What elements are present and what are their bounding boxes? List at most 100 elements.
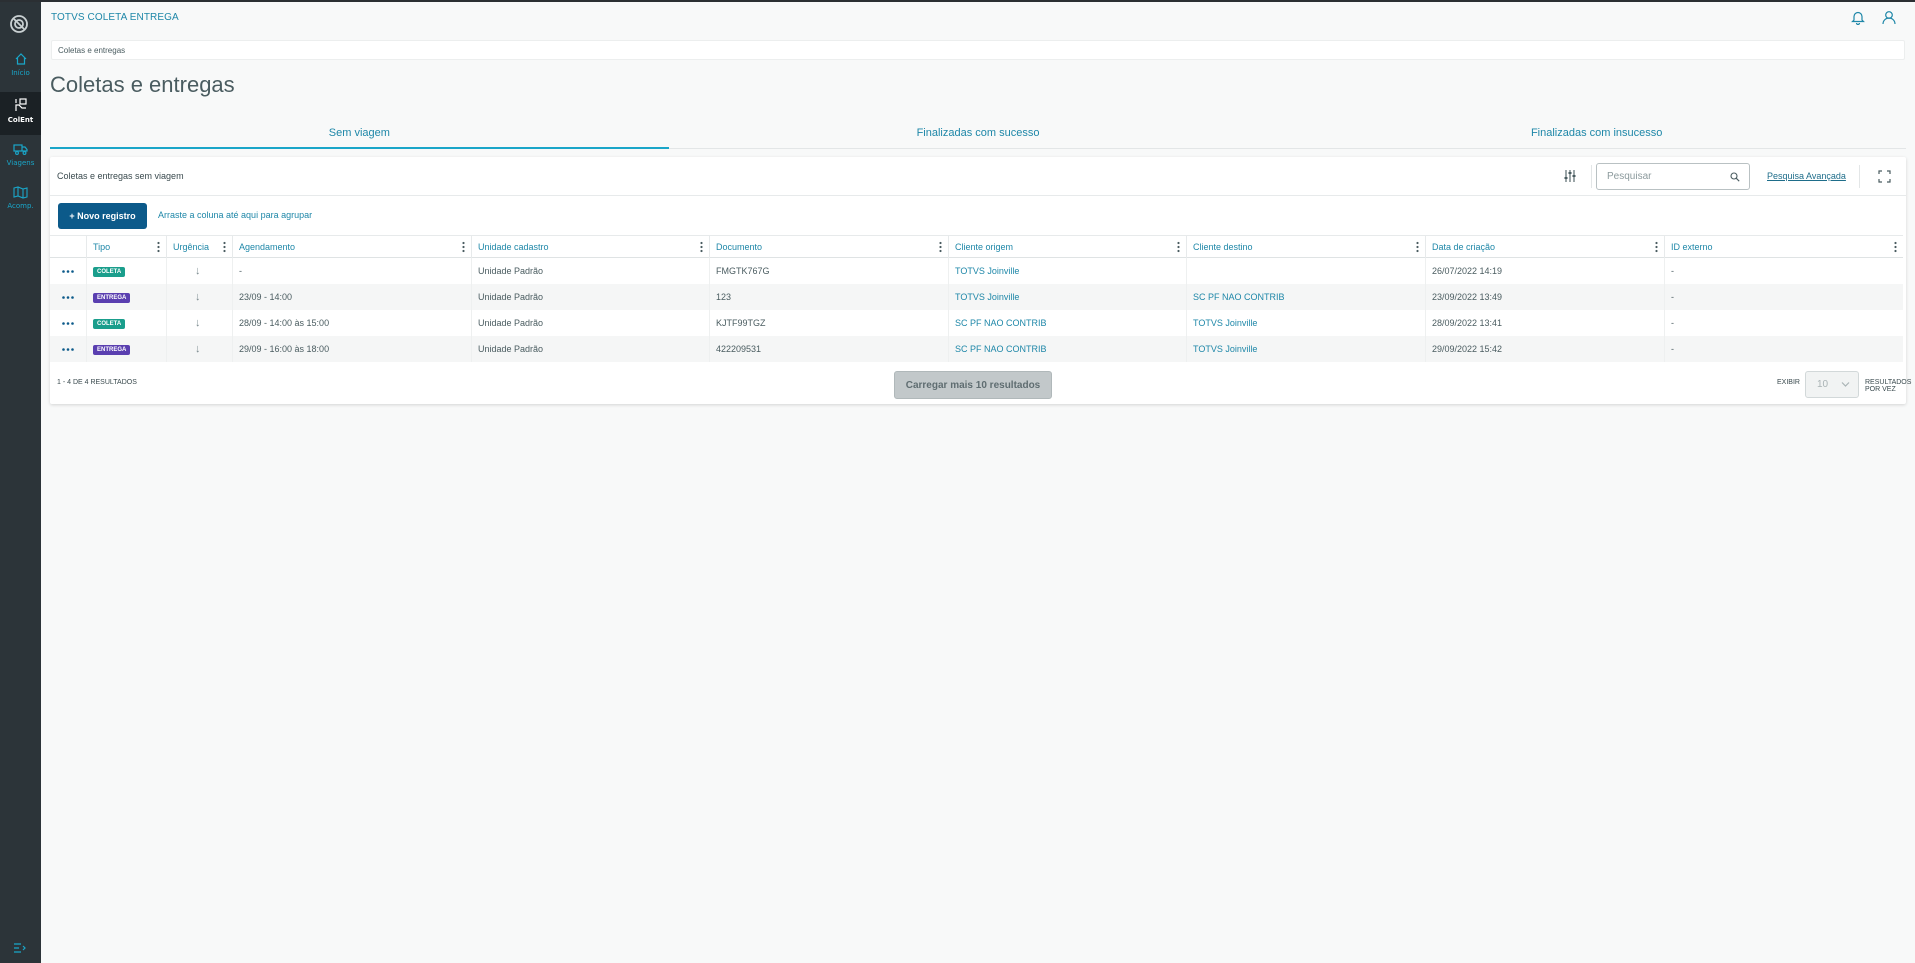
sliders-icon[interactable] xyxy=(1563,169,1577,183)
column-header-documento[interactable]: Documento xyxy=(709,236,948,258)
column-header-label: Cliente origem xyxy=(955,242,1014,252)
column-header-cliente-origem[interactable]: Cliente origem xyxy=(948,236,1186,258)
column-header-label: Unidade cadastro xyxy=(478,242,549,252)
table-card-header: Coletas e entregas sem viagem Pesquisa A… xyxy=(50,157,1906,196)
row-actions-cell xyxy=(50,310,86,336)
column-menu-icon[interactable] xyxy=(1177,241,1180,253)
search-input[interactable] xyxy=(1597,164,1717,189)
result-count: 1 - 4 DE 4 RESULTADOS xyxy=(57,379,137,386)
cell-unidade: Unidade Padrão xyxy=(471,284,709,310)
cell-unidade: Unidade Padrão xyxy=(471,336,709,362)
cell-cliente-destino[interactable]: TOTVS Joinville xyxy=(1186,336,1425,362)
more-options-icon[interactable] xyxy=(62,348,74,351)
column-menu-icon[interactable] xyxy=(939,241,942,253)
column-menu-icon[interactable] xyxy=(1894,241,1897,253)
cell-cliente-destino[interactable] xyxy=(1186,258,1425,284)
cell-cliente-origem[interactable]: TOTVS Joinville xyxy=(948,284,1186,310)
type-badge: ENTREGA xyxy=(93,345,131,355)
column-header-agendamento[interactable]: Agendamento xyxy=(232,236,471,258)
sidebar-item-colent[interactable]: ColEnt xyxy=(0,92,41,135)
cell-id-externo: - xyxy=(1664,284,1903,310)
column-menu-icon[interactable] xyxy=(1416,241,1419,253)
column-header-tipo[interactable]: Tipo xyxy=(86,236,166,258)
type-badge: COLETA xyxy=(93,267,126,277)
column-header-urgencia[interactable]: Urgência xyxy=(166,236,232,258)
cell-tipo: ENTREGA xyxy=(86,284,166,310)
sidebar-item-acomp[interactable]: Acomp. xyxy=(0,186,41,228)
cell-tipo: COLETA xyxy=(86,258,166,284)
cell-unidade: Unidade Padrão xyxy=(471,310,709,336)
totvs-logo-icon[interactable] xyxy=(10,15,28,33)
cell-documento: FMGTK767G xyxy=(709,258,948,284)
urgency-arrow-icon: ↓ xyxy=(195,291,201,303)
column-header-label: Urgência xyxy=(173,242,210,252)
cell-documento: KJTF99TGZ xyxy=(709,310,948,336)
truck-icon xyxy=(13,144,28,155)
urgency-arrow-icon: ↓ xyxy=(195,265,201,277)
tab-sem-viagem[interactable]: Sem viagem xyxy=(50,122,669,149)
bell-icon[interactable] xyxy=(1851,10,1865,25)
column-header-data-criacao[interactable]: Data de criação xyxy=(1425,236,1664,258)
load-more-button[interactable]: Carregar mais 10 resultados xyxy=(894,371,1052,399)
sidebar-item-inicio[interactable]: Início xyxy=(0,52,41,94)
column-menu-icon[interactable] xyxy=(700,241,703,253)
row-actions-cell xyxy=(50,284,86,310)
type-badge: COLETA xyxy=(93,319,126,329)
cell-agendamento: 23/09 - 14:00 xyxy=(232,284,471,310)
cell-agendamento: - xyxy=(232,258,471,284)
breadcrumb-item[interactable]: Coletas e entregas xyxy=(58,46,125,55)
cell-cliente-destino[interactable]: TOTVS Joinville xyxy=(1186,310,1425,336)
sidebar-item-viagens[interactable]: Viagens xyxy=(0,142,41,184)
header-divider xyxy=(1859,165,1860,188)
actions-column-header xyxy=(50,236,86,258)
header-divider xyxy=(1591,165,1592,188)
sidebar-item-label: Viagens xyxy=(6,159,35,167)
cell-data-criacao: 23/09/2022 13:49 xyxy=(1425,284,1664,310)
new-record-button[interactable]: + Novo registro xyxy=(58,203,147,229)
more-options-icon[interactable] xyxy=(62,296,74,299)
page-size-select[interactable]: 10 xyxy=(1805,371,1859,398)
row-actions-cell xyxy=(50,336,86,362)
breadcrumb: Coletas e entregas xyxy=(51,40,1905,60)
cell-urgencia: ↓ xyxy=(166,258,232,284)
more-options-icon[interactable] xyxy=(62,270,74,273)
cell-cliente-destino[interactable]: SC PF NAO CONTRIB xyxy=(1186,284,1425,310)
user-icon[interactable] xyxy=(1882,10,1896,25)
table-row[interactable]: ENTREGA ↓ 23/09 - 14:00 Unidade Padrão 1… xyxy=(50,284,1903,310)
column-header-cliente-destino[interactable]: Cliente destino xyxy=(1186,236,1425,258)
tab-finalizadas-insucesso[interactable]: Finalizadas com insucesso xyxy=(1287,122,1906,148)
cell-cliente-origem[interactable]: TOTVS Joinville xyxy=(948,258,1186,284)
column-menu-icon[interactable] xyxy=(1655,241,1658,253)
column-menu-icon[interactable] xyxy=(157,241,160,253)
group-drop-zone[interactable]: Arraste a coluna até aqui para agrupar xyxy=(158,210,312,220)
cell-cliente-origem[interactable]: SC PF NAO CONTRIB xyxy=(948,310,1186,336)
column-menu-icon[interactable] xyxy=(462,241,465,253)
cell-cliente-origem[interactable]: SC PF NAO CONTRIB xyxy=(948,336,1186,362)
column-header-id-externo[interactable]: ID externo xyxy=(1664,236,1903,258)
table-card: Coletas e entregas sem viagem Pesquisa A… xyxy=(50,157,1911,404)
chevron-down-icon xyxy=(1841,382,1850,387)
cell-documento: 422209531 xyxy=(709,336,948,362)
more-options-icon[interactable] xyxy=(62,322,74,325)
cell-tipo: ENTREGA xyxy=(86,336,166,362)
search-field[interactable] xyxy=(1596,163,1750,190)
cell-agendamento: 28/09 - 14:00 às 15:00 xyxy=(232,310,471,336)
per-page-label: RESULTADOS POR VEZ xyxy=(1865,379,1912,393)
cell-urgencia: ↓ xyxy=(166,310,232,336)
fullscreen-icon[interactable] xyxy=(1878,170,1891,183)
sidebar-item-label: ColEnt xyxy=(7,116,34,124)
map-icon xyxy=(13,186,28,199)
menu-collapse-icon[interactable] xyxy=(13,941,27,955)
table-row[interactable]: COLETA ↓ 28/09 - 14:00 às 15:00 Unidade … xyxy=(50,310,1903,336)
column-menu-icon[interactable] xyxy=(223,241,226,253)
search-icon[interactable] xyxy=(1730,172,1740,182)
app-title[interactable]: TOTVS COLETA ENTREGA xyxy=(51,12,179,23)
advanced-search-link[interactable]: Pesquisa Avançada xyxy=(1767,171,1846,181)
tab-finalizadas-sucesso[interactable]: Finalizadas com sucesso xyxy=(669,122,1288,148)
column-header-label: ID externo xyxy=(1671,242,1713,252)
sidebar-item-label: Início xyxy=(11,69,30,77)
table-row[interactable]: COLETA ↓ - Unidade Padrão FMGTK767G TOTV… xyxy=(50,258,1903,284)
table-row[interactable]: ENTREGA ↓ 29/09 - 16:00 às 18:00 Unidade… xyxy=(50,336,1903,362)
row-actions-cell xyxy=(50,258,86,284)
column-header-unidade-cadastro[interactable]: Unidade cadastro xyxy=(471,236,709,258)
